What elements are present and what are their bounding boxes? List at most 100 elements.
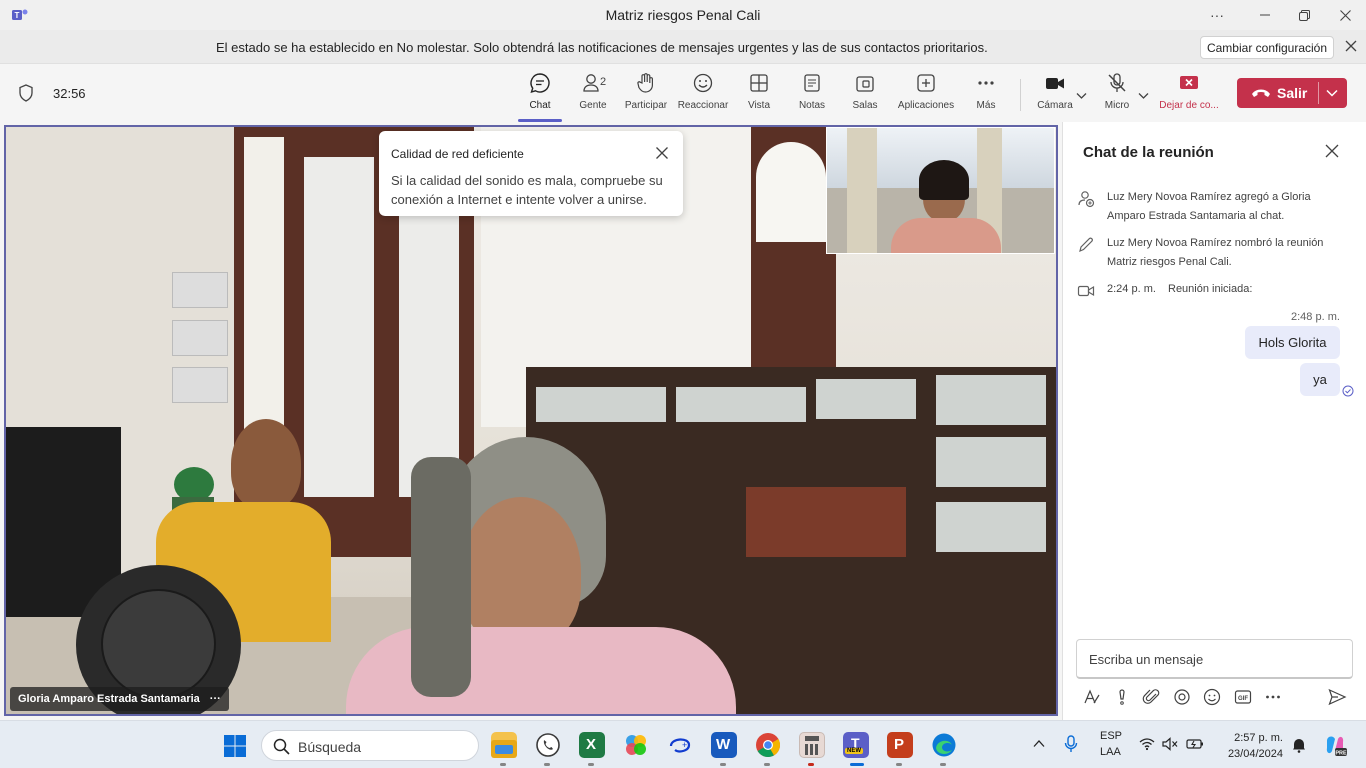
emoji-icon[interactable] <box>1202 687 1222 707</box>
column <box>847 128 877 253</box>
self-video-tile[interactable] <box>826 127 1055 254</box>
loop-icon[interactable] <box>1172 687 1192 707</box>
shield-icon[interactable] <box>18 84 34 102</box>
composer-placeholder: Escriba un mensaje <box>1089 652 1204 667</box>
more-button[interactable]: Más <box>958 72 1014 120</box>
window-title: Matriz riesgos Penal Cali <box>605 7 761 23</box>
react-icon <box>693 73 713 93</box>
people-button[interactable]: 2 Gente <box>565 72 621 120</box>
message-text: ya <box>1313 372 1327 387</box>
chrome-icon[interactable] <box>755 732 781 758</box>
apps-label: Aplicaciones <box>897 100 955 111</box>
notes-button[interactable]: Notas <box>784 72 840 120</box>
clock-time: 2:57 p. m. <box>1234 732 1283 744</box>
camera-icon <box>1046 78 1064 89</box>
panel-title: Chat de la reunión <box>1083 144 1214 161</box>
leave-button[interactable]: Salir <box>1237 78 1347 108</box>
toast-title: Calidad de red deficiente <box>391 147 524 161</box>
wifi-icon[interactable] <box>1139 737 1155 751</box>
more-icon[interactable] <box>1263 687 1283 707</box>
volume-muted-icon[interactable] <box>1162 737 1178 751</box>
disney-icon[interactable]: + <box>667 732 693 758</box>
running-indicator <box>544 763 550 766</box>
minimize-icon[interactable] <box>1245 0 1285 30</box>
priority-icon[interactable] <box>1112 687 1132 707</box>
send-icon[interactable] <box>1327 687 1347 707</box>
photos-icon[interactable] <box>623 732 649 758</box>
notification-icon[interactable] <box>1291 737 1307 753</box>
system-clock[interactable]: 2:57 p. m. 23/04/2024 <box>1221 730 1283 762</box>
chat-event: 2:24 p. m. Reunión iniciada: <box>1077 280 1357 302</box>
notes-icon <box>804 74 820 92</box>
camera-label: Cámara <box>1037 100 1073 111</box>
view-icon <box>750 74 768 92</box>
toast-body: Si la calidad del sonido es mala, compru… <box>391 173 663 207</box>
format-icon[interactable] <box>1082 687 1102 707</box>
hair <box>411 457 471 697</box>
chevron-down-icon[interactable] <box>1324 86 1340 100</box>
react-button[interactable]: Reaccionar <box>675 72 731 120</box>
react-label: Reaccionar <box>677 100 729 111</box>
word-icon[interactable]: W <box>711 732 737 758</box>
windows-start-icon[interactable] <box>223 734 247 758</box>
chevron-down-icon[interactable] <box>1076 92 1087 100</box>
apps-button[interactable]: Aplicaciones <box>897 72 955 120</box>
powerpoint-icon[interactable]: P <box>887 732 913 758</box>
stop-share-icon <box>1180 76 1198 89</box>
pink-shirt <box>346 627 736 714</box>
edge-icon[interactable] <box>931 732 957 758</box>
meeting-timer: 32:56 <box>53 86 86 101</box>
microphone-icon[interactable] <box>1064 735 1078 753</box>
close-icon[interactable] <box>1343 38 1359 54</box>
mic-button[interactable]: Micro <box>1089 72 1145 120</box>
read-receipt-icon <box>1342 385 1354 397</box>
banner-message: El estado se ha establecido en No molest… <box>216 40 988 55</box>
calculator-icon[interactable] <box>799 732 825 758</box>
self-shirt <box>891 218 1001 253</box>
raise-hand-button[interactable]: Participar <box>618 72 674 120</box>
stop-sharing-button[interactable]: Dejar de co... <box>1158 72 1220 120</box>
search-placeholder: Búsqueda <box>298 739 362 755</box>
close-icon[interactable] <box>1325 144 1339 158</box>
attach-icon[interactable] <box>1142 687 1162 707</box>
chevron-down-icon[interactable] <box>1138 92 1149 100</box>
svg-text:PRE: PRE <box>1335 750 1347 756</box>
excel-icon[interactable]: X <box>579 732 605 758</box>
add-person-icon <box>1078 191 1095 208</box>
language-top[interactable]: ESP <box>1100 730 1122 742</box>
chat-button[interactable]: Chat <box>512 72 568 122</box>
whatsapp-icon[interactable] <box>535 732 561 758</box>
view-button[interactable]: Vista <box>731 72 787 120</box>
teams-icon[interactable]: T NEW <box>843 732 869 758</box>
search-icon <box>273 738 290 755</box>
message-composer[interactable]: Escriba un mensaje <box>1076 639 1353 679</box>
leave-divider <box>1318 82 1319 104</box>
camera-button[interactable]: Cámara <box>1027 72 1083 120</box>
more-icon[interactable]: ··· <box>210 693 221 705</box>
chat-message[interactable]: ya <box>1300 363 1340 396</box>
event-text: Luz Mery Novoa Ramírez agregó a Gloria A… <box>1107 191 1311 222</box>
copilot-icon[interactable]: PRE <box>1323 733 1347 757</box>
gif-icon[interactable]: GIF <box>1233 687 1253 707</box>
participant-nameplate: Gloria Amparo Estrada Santamaria ··· <box>10 687 229 711</box>
battery-icon[interactable] <box>1186 737 1204 751</box>
restore-icon[interactable] <box>1284 0 1324 30</box>
language-bottom[interactable]: LAA <box>1100 746 1121 758</box>
people-label: Gente <box>579 100 607 111</box>
change-settings-button[interactable]: Cambiar configuración <box>1200 36 1334 59</box>
participant-name: Gloria Amparo Estrada Santamaria <box>18 693 200 705</box>
more-icon[interactable]: ··· <box>1197 0 1237 30</box>
close-icon[interactable] <box>1325 0 1365 30</box>
more-label: Más <box>976 100 996 111</box>
close-icon[interactable] <box>655 146 669 160</box>
participant-man <box>231 419 301 509</box>
rooms-button[interactable]: Salas <box>837 72 893 120</box>
event-text: Luz Mery Novoa Ramírez nombró la reunión… <box>1107 237 1324 268</box>
file-explorer-icon[interactable] <box>491 732 517 758</box>
message-text: Hols Glorita <box>1258 335 1327 350</box>
chat-message[interactable]: Hols Glorita <box>1245 326 1340 359</box>
taskbar-search[interactable]: Búsqueda <box>261 730 479 761</box>
windows-taskbar: Búsqueda X + W T NEW P ESP LAA 2:57 p. m.… <box>0 720 1366 768</box>
chevron-up-icon[interactable] <box>1033 739 1045 748</box>
pencil-icon <box>1079 237 1093 253</box>
